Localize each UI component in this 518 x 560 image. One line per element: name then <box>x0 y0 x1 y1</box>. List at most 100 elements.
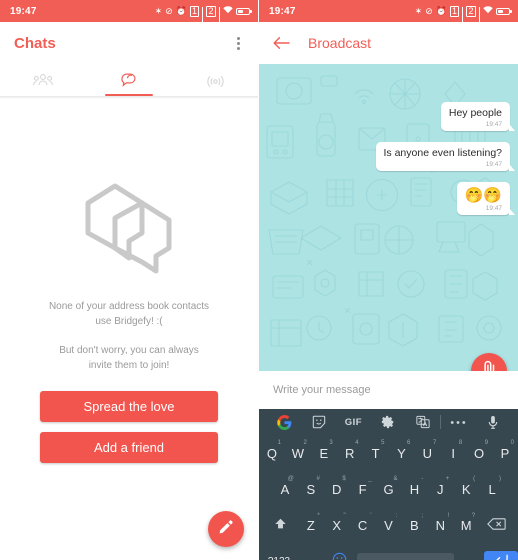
keyboard-row-3: Z * X " C ' V: B; N! M? <box>259 508 518 544</box>
empty-line-3: But don't worry, you can always <box>59 345 199 356</box>
comma-key[interactable]: , <box>299 555 325 560</box>
enter-key[interactable] <box>484 551 518 560</box>
tab-contacts[interactable] <box>0 64 86 96</box>
people-icon <box>33 73 53 87</box>
key-r[interactable]: R4 <box>337 435 363 471</box>
status-bar-left: 19:47 ✶ ⊘ ⏰ 1 2 <box>0 0 258 27</box>
shift-key[interactable] <box>264 508 298 544</box>
microphone-icon[interactable] <box>475 415 510 430</box>
key-u[interactable]: U7 <box>414 435 440 471</box>
message-input-placeholder[interactable]: Write your message <box>273 384 371 396</box>
key-label: S <box>306 481 316 497</box>
key-sup: 6 <box>407 440 411 446</box>
key-w[interactable]: W2 <box>285 435 311 471</box>
tab-active-indicator <box>104 94 154 96</box>
backspace-key[interactable] <box>479 508 513 544</box>
sticker-icon[interactable] <box>302 415 337 429</box>
conversation-title: Broadcast <box>308 35 372 51</box>
more-dots-icon[interactable] <box>441 420 476 425</box>
key-c[interactable]: C ' <box>350 508 376 544</box>
wifi-icon <box>483 6 493 16</box>
key-label: B <box>410 518 419 534</box>
key-i[interactable]: I8 <box>440 435 466 471</box>
gif-icon[interactable]: GIF <box>336 417 371 428</box>
key-sup: ? <box>471 512 476 519</box>
key-x[interactable]: X " <box>324 508 350 544</box>
shift-icon <box>273 517 288 534</box>
key-sup: : <box>395 512 398 519</box>
app-bar-left: Chats <box>0 22 258 64</box>
key-f[interactable]: F _ <box>350 471 376 507</box>
key-y[interactable]: Y6 <box>389 435 415 471</box>
key-v[interactable]: V: <box>376 508 402 544</box>
empty-state: None of your address book contacts use B… <box>0 100 258 560</box>
chat-bubbles-icon <box>120 72 138 88</box>
app-bar-right: Broadcast <box>259 22 518 64</box>
empty-state-text-2: But don't worry, you can always invite t… <box>59 343 199 373</box>
key-sup: ! <box>447 512 450 519</box>
key-label: O <box>474 445 485 461</box>
key-p[interactable]: P0 <box>492 435 518 471</box>
tab-broadcast[interactable] <box>172 64 258 96</box>
left-screen-chats: 19:47 ✶ ⊘ ⏰ 1 2 Chats None of your addre… <box>0 0 259 560</box>
message-bubble[interactable]: Hey people 19:47 <box>440 102 516 131</box>
key-l[interactable]: L) <box>479 471 505 507</box>
key-e[interactable]: E3 <box>311 435 337 471</box>
translate-icon[interactable] <box>405 415 440 429</box>
keyboard-toolbar: GIF <box>259 409 518 435</box>
overflow-menu-icon[interactable] <box>233 33 244 54</box>
key-label: Y <box>397 445 406 461</box>
space-key[interactable] <box>357 553 454 560</box>
key-label: U <box>422 445 433 461</box>
sim2-signal-icon <box>478 7 480 27</box>
new-chat-fab[interactable] <box>208 511 244 547</box>
bluetooth-icon: ✶ <box>154 5 163 16</box>
key-m[interactable]: M? <box>453 508 479 544</box>
key-n[interactable]: N! <box>427 508 453 544</box>
key-j[interactable]: J + <box>427 471 453 507</box>
key-label: A <box>280 481 290 497</box>
key-label: W <box>291 445 305 461</box>
key-label: D <box>332 481 342 497</box>
key-sup: # <box>316 476 320 483</box>
key-d[interactable]: D $ <box>324 471 350 507</box>
key-t[interactable]: T5 <box>363 435 389 471</box>
key-s[interactable]: S # <box>298 471 324 507</box>
key-sup: 4 <box>355 440 359 446</box>
key-b[interactable]: B; <box>401 508 427 544</box>
settings-gear-icon[interactable] <box>371 415 406 429</box>
spread-the-love-button[interactable]: Spread the love <box>40 391 218 422</box>
key-label: J <box>437 481 444 497</box>
message-composer[interactable]: Write your message <box>259 371 518 409</box>
add-a-friend-button[interactable]: Add a friend <box>40 432 218 463</box>
key-sup: - <box>421 476 424 483</box>
message-bubble[interactable]: 🤭🤭 19:47 <box>456 182 516 215</box>
key-q[interactable]: Q1 <box>259 435 285 471</box>
key-o[interactable]: O9 <box>466 435 492 471</box>
paperclip-icon <box>482 360 497 371</box>
emoji-key[interactable] <box>325 552 353 560</box>
google-icon[interactable] <box>267 414 302 430</box>
symbols-key[interactable]: ?123 <box>259 556 299 560</box>
key-sup: ) <box>499 476 502 483</box>
broadcast-icon <box>206 73 224 88</box>
message-bubble[interactable]: Is anyone even listening? 19:47 <box>375 142 515 171</box>
battery-icon <box>496 7 512 15</box>
period-key[interactable]: . <box>458 555 484 560</box>
key-g[interactable]: G & <box>376 471 402 507</box>
tab-chats[interactable] <box>86 64 172 96</box>
keyboard-row-2: A @ S # D $ F _ G & H- J + K( L) <box>259 471 518 507</box>
wifi-icon <box>223 6 233 16</box>
key-z[interactable]: Z * <box>298 508 324 544</box>
key-label: X <box>332 518 342 534</box>
key-a[interactable]: A @ <box>272 471 298 507</box>
key-h[interactable]: H- <box>401 471 427 507</box>
keyboard-row-1: Q1 W2 E3 R4 T5 Y6 U7 I8 O9 P0 <box>259 435 518 471</box>
key-label: E <box>319 445 329 461</box>
status-clock: 19:47 <box>10 5 37 17</box>
key-label: C <box>357 518 368 534</box>
dual-screenshot: 19:47 ✶ ⊘ ⏰ 1 2 Chats None of your addre… <box>0 0 518 560</box>
key-label: Z <box>306 518 315 534</box>
back-arrow-icon[interactable] <box>273 35 290 52</box>
key-k[interactable]: K( <box>453 471 479 507</box>
